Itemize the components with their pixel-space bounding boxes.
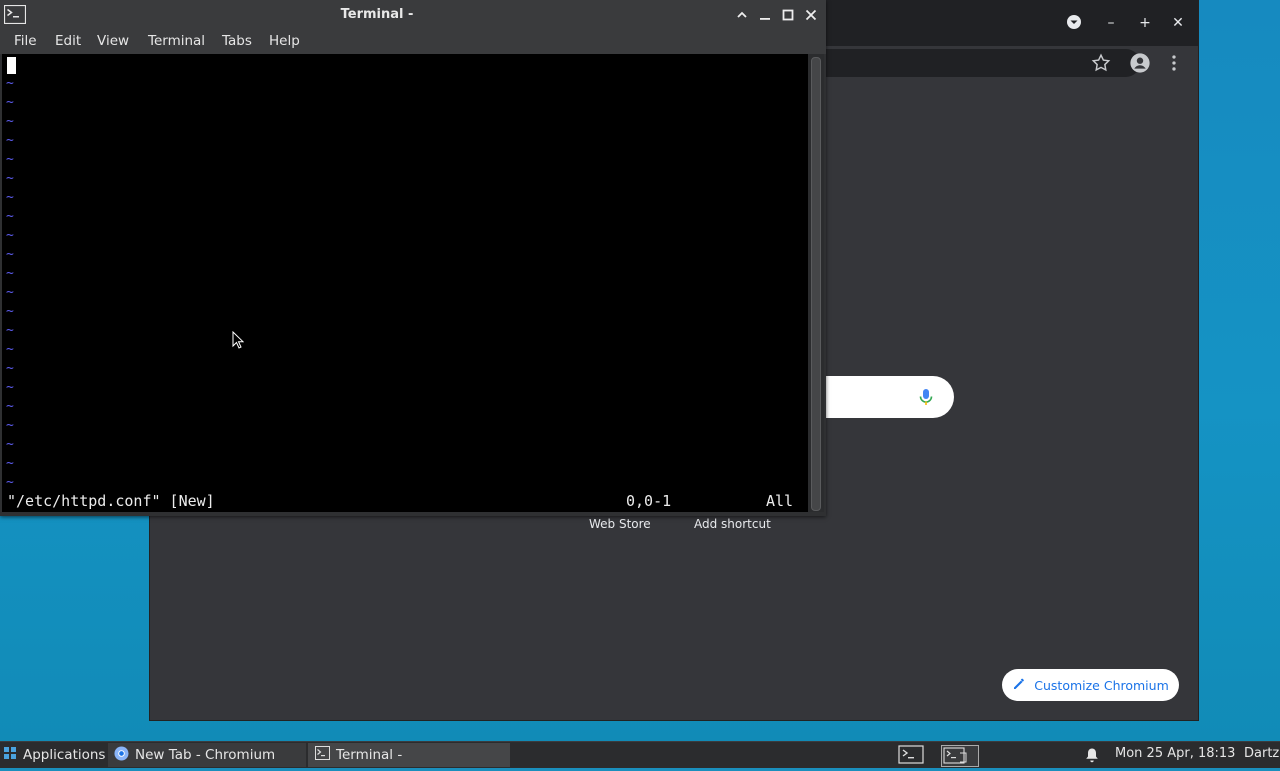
- vim-status-filename: "/etc/httpd.conf" [New]: [7, 492, 215, 510]
- customize-chromium-button[interactable]: Customize Chromium: [1002, 669, 1179, 701]
- applications-label: Applications: [23, 747, 106, 763]
- applications-icon: [3, 746, 17, 764]
- terminal-scrollbar[interactable]: [808, 54, 824, 512]
- menu-terminal[interactable]: Terminal: [148, 33, 205, 49]
- terminal-screen[interactable]: ~ ~ ~ ~ ~ ~ ~ ~ ~ ~ ~ ~ ~ ~ ~ ~ ~ ~ ~ ~ …: [2, 54, 808, 512]
- workspace-switcher-icon[interactable]: [941, 745, 979, 767]
- mouse-pointer-icon: [232, 330, 245, 349]
- menu-edit[interactable]: Edit: [55, 33, 81, 49]
- chromium-icon: [114, 745, 129, 765]
- menu-help[interactable]: Help: [269, 33, 300, 49]
- close-icon[interactable]: [803, 7, 819, 23]
- terminal-titlebar[interactable]: Terminal -: [0, 0, 826, 30]
- minimize-icon[interactable]: –: [1102, 14, 1120, 32]
- vim-empty-lines: ~ ~ ~ ~ ~ ~ ~ ~ ~ ~ ~ ~ ~ ~ ~ ~ ~ ~ ~ ~ …: [6, 76, 14, 490]
- applications-menu-button[interactable]: Applications: [3, 742, 105, 768]
- bookmark-star-icon[interactable]: [1090, 52, 1112, 74]
- terminal-icon: [315, 746, 330, 764]
- roll-up-icon[interactable]: [734, 7, 750, 23]
- microphone-icon[interactable]: [916, 387, 936, 407]
- customize-label: Customize Chromium: [1034, 677, 1169, 693]
- profile-avatar-icon[interactable]: [1129, 52, 1151, 74]
- profile-dropdown-icon[interactable]: [1065, 14, 1083, 32]
- maximize-icon[interactable]: [780, 7, 796, 23]
- minimize-icon[interactable]: [757, 7, 773, 23]
- maximize-icon[interactable]: +: [1136, 14, 1154, 32]
- notification-bell-icon[interactable]: [1085, 747, 1099, 767]
- menu-file[interactable]: File: [14, 33, 37, 49]
- taskbar: Applications New Tab - Chromium Terminal…: [0, 741, 1280, 768]
- shortcut-add[interactable]: Add shortcut: [694, 517, 771, 531]
- text-cursor: [7, 57, 16, 74]
- scrollbar-thumb[interactable]: [811, 57, 821, 511]
- vim-status-position: 0,0-1: [626, 492, 672, 510]
- menu-view[interactable]: View: [97, 33, 129, 49]
- vim-status-scroll: All: [766, 492, 794, 510]
- task-chromium[interactable]: New Tab - Chromium: [108, 743, 306, 767]
- menu-kebab-icon[interactable]: [1163, 52, 1185, 74]
- close-icon[interactable]: ✕: [1169, 14, 1187, 32]
- shortcut-web-store[interactable]: Web Store: [589, 517, 651, 531]
- task-chromium-label: New Tab - Chromium: [135, 747, 276, 763]
- user-name[interactable]: Dartz: [1244, 746, 1279, 766]
- terminal-window: Terminal - File Edit View Terminal Tabs …: [0, 0, 826, 516]
- pencil-icon: [1012, 677, 1026, 694]
- terminal-launcher-icon[interactable]: [898, 745, 924, 765]
- terminal-menubar: File Edit View Terminal Tabs Help: [0, 30, 826, 54]
- window-title: Terminal -: [340, 7, 414, 22]
- task-terminal-label: Terminal -: [336, 747, 403, 763]
- clock[interactable]: Mon 25 Apr, 18:13: [1115, 746, 1235, 766]
- menu-tabs[interactable]: Tabs: [222, 33, 252, 49]
- task-terminal[interactable]: Terminal -: [308, 743, 510, 767]
